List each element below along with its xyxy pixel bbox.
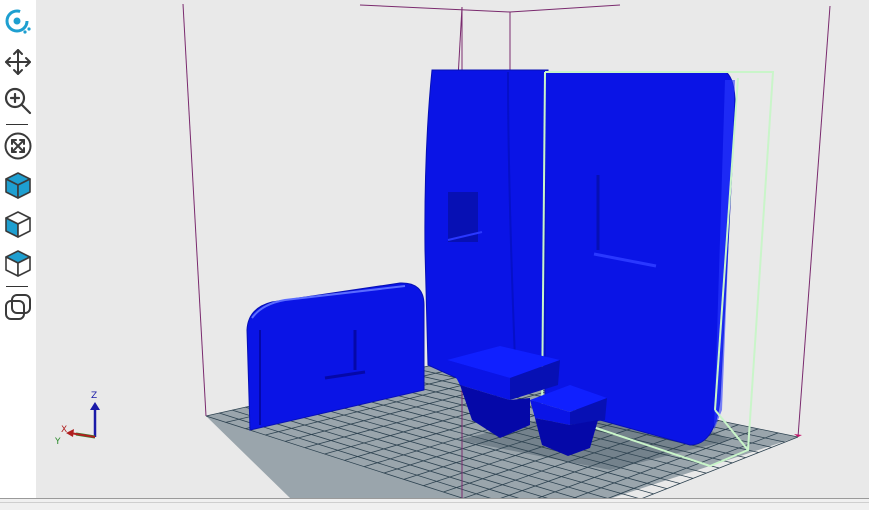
axis-x-label: X [61, 425, 67, 435]
front-view-button[interactable] [1, 207, 35, 241]
reset-view-icon [5, 294, 31, 320]
slicer-window: Z Y X [0, 0, 869, 510]
rotate-view-icon [5, 9, 31, 34]
status-bar-divider [0, 502, 869, 503]
move-icon [5, 49, 31, 75]
status-bar [0, 498, 869, 510]
top-view-button[interactable] [1, 246, 35, 280]
model-back-slab [424, 69, 549, 387]
toolbar-separator [6, 124, 28, 125]
rotate-view-button[interactable] [1, 5, 35, 39]
scene-canvas: Z Y X [54, 3, 831, 498]
front-view-icon [5, 211, 31, 238]
top-view-icon [5, 250, 31, 277]
zoom-view-button[interactable] [1, 84, 35, 118]
axis-gizmo: Z Y X [54, 391, 100, 447]
fit-view-button[interactable] [1, 129, 35, 163]
fit-view-icon [4, 132, 32, 160]
toolbar-separator [6, 286, 28, 287]
zoom-icon [4, 87, 32, 115]
move-view-button[interactable] [1, 45, 35, 79]
view-toolbar [0, 0, 36, 498]
iso-view-icon [5, 172, 31, 199]
axis-z-label: Z [91, 391, 97, 401]
3d-viewport[interactable]: Z Y X [36, 0, 869, 498]
iso-view-button[interactable] [1, 168, 35, 202]
reset-view-button[interactable] [1, 290, 35, 324]
axis-y-label: Y [54, 437, 61, 447]
